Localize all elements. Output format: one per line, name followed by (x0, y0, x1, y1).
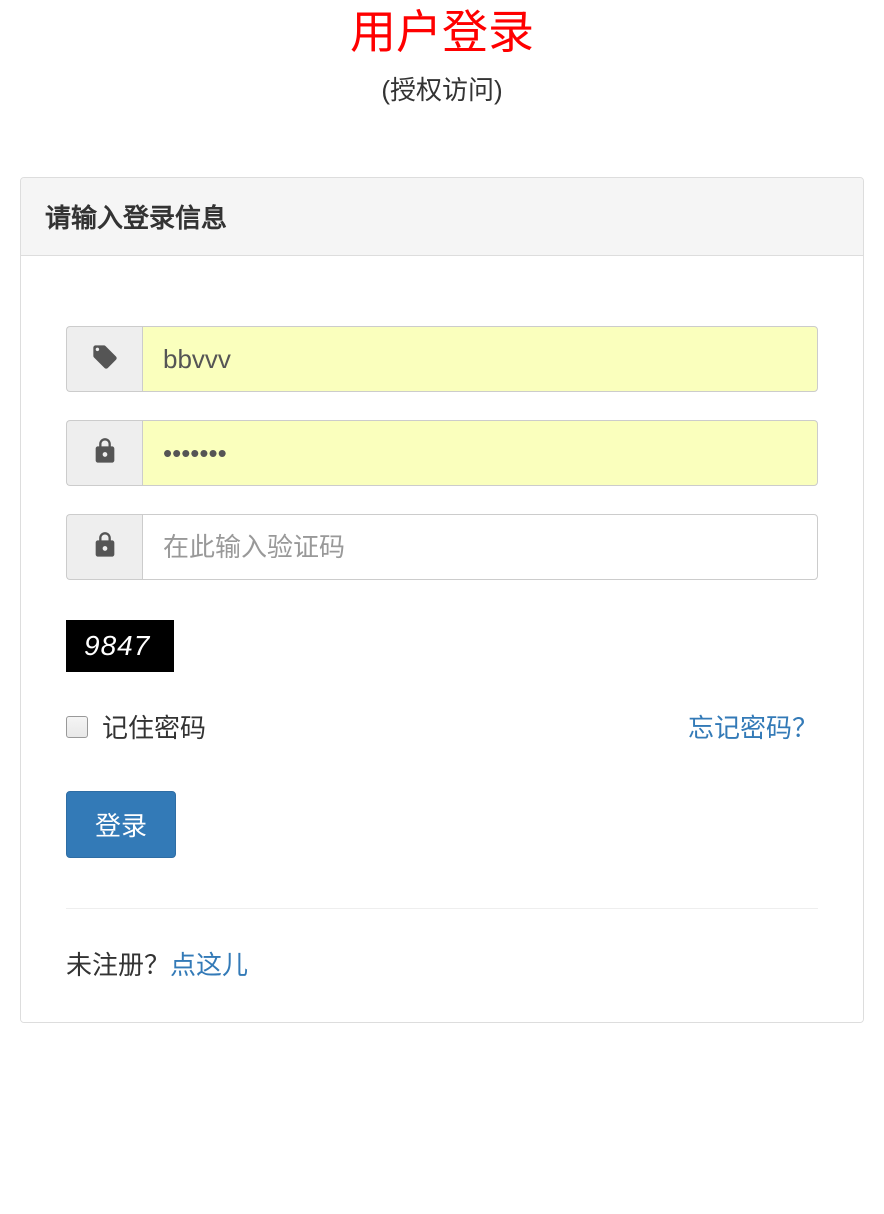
forgot-password-link[interactable]: 忘记密码？ (688, 708, 818, 745)
panel-heading: 请输入登录信息 (21, 178, 863, 256)
password-input[interactable] (142, 420, 818, 486)
divider (66, 908, 818, 909)
login-panel: 请输入登录信息 (20, 177, 864, 1023)
options-row: 记住密码 忘记密码？ (66, 708, 818, 745)
login-button[interactable]: 登录 (66, 791, 176, 858)
remember-label: 记住密码 (102, 708, 206, 745)
remember-checkbox[interactable] (66, 716, 88, 738)
lock-icon (91, 531, 119, 564)
captcha-input[interactable] (142, 514, 818, 580)
captcha-group (66, 514, 818, 580)
register-prefix: 未注册？ (66, 950, 170, 980)
password-group (66, 420, 818, 486)
password-addon (66, 420, 142, 486)
lock-icon (91, 437, 119, 470)
captcha-image[interactable]: 9847 (66, 620, 174, 672)
captcha-addon (66, 514, 142, 580)
username-input[interactable] (142, 326, 818, 392)
tag-icon (91, 343, 119, 376)
username-group (66, 326, 818, 392)
username-addon (66, 326, 142, 392)
page-title: 用户登录 (20, 0, 864, 64)
page-subtitle: (授权访问) (20, 70, 864, 107)
register-link[interactable]: 点这儿 (170, 950, 248, 980)
register-row: 未注册？点这儿 (66, 945, 818, 982)
remember-checkbox-wrap: 记住密码 (66, 708, 206, 745)
panel-body: 9847 记住密码 忘记密码？ 登录 未注册？点这儿 (21, 256, 863, 1022)
